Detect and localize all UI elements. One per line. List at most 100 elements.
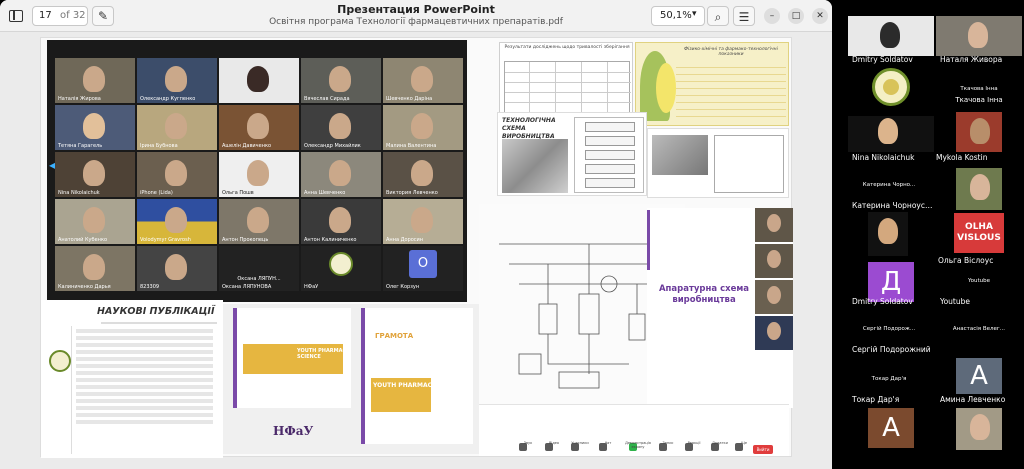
zoom-toolbar-label: Ще xyxy=(741,441,747,445)
pdf-viewer-window: 17 of 32 ✎ Презентация PowerPoint Освітн… xyxy=(0,0,832,469)
participant-name: Dmitry Soldatov xyxy=(852,55,913,64)
nfau-logo: НФаУ xyxy=(273,424,314,438)
participants-panel: Dmitry Soldatov Наталя Живора Ткачова Ін… xyxy=(846,16,1024,469)
zoom-gallery-screenshot: ◀ ▶ Наталія Жирова Олександр Кугпенко Вя… xyxy=(47,40,467,302)
flow-chart xyxy=(574,117,644,193)
search-button[interactable]: ⌕ xyxy=(707,6,729,26)
zoom-toolbar-screenshot: Вийти Звук Відео Учасники Чат Демонстрація е… xyxy=(479,404,789,456)
participant-name: Наталія Жирова xyxy=(58,96,101,102)
end-meeting-button: Вийти xyxy=(753,445,773,454)
certificate-card: ГРАМОТА YOUTH PHARMACY SCIENCE xyxy=(361,308,473,444)
certificate-card: YOUTH PHARMACY SCIENCE xyxy=(233,308,351,408)
participant-name: Volodymyr Gravrosh xyxy=(140,237,191,243)
participant-name: Токар Дар'я xyxy=(852,395,900,404)
video-thumb xyxy=(755,280,793,314)
gallery-tile: Олександр Кугпенко xyxy=(137,58,217,103)
participant-name: Олег Корзун xyxy=(386,284,420,290)
menu-button[interactable]: ☰ xyxy=(733,6,755,26)
gallery-tile: Анатолий Кубенко xyxy=(55,199,135,244)
equipment-photo xyxy=(652,135,708,175)
titlebar: 17 of 32 ✎ Презентация PowerPoint Освітн… xyxy=(0,0,832,32)
participant-tile[interactable] xyxy=(936,16,1022,56)
participant-name: Анна Шевченко xyxy=(304,190,346,196)
publications-panel: НАУКОВІ ПУБЛІКАЦІЇ xyxy=(41,300,223,458)
minimize-button[interactable]: – xyxy=(764,8,780,24)
participant-name: Youtube xyxy=(940,297,970,306)
participant-name: Наталя Живора xyxy=(940,55,1003,64)
close-button[interactable]: ✕ xyxy=(812,8,828,24)
equipment-photo xyxy=(502,139,568,193)
gallery-tile: Наталія Жирова xyxy=(55,58,135,103)
chevron-down-icon: ▾ xyxy=(692,9,697,19)
participant-name: Олександр Михайлик xyxy=(304,143,361,149)
certificate-label: YOUTH PHARMACY SCIENCE xyxy=(297,348,350,360)
zoom-select[interactable]: 50,1% ▾ xyxy=(651,6,705,26)
flower-image xyxy=(656,63,676,113)
avatar: А xyxy=(956,358,1002,394)
gallery-tile: О Олег Корзун xyxy=(383,246,463,291)
hamburger-icon: ☰ xyxy=(738,10,750,24)
gallery-tile: Анна Доросин xyxy=(383,199,463,244)
certificates-panel: YOUTH PHARMACY SCIENCE ГРАМОТА YOUTH PHA… xyxy=(223,304,479,454)
avatar: А xyxy=(868,408,914,448)
zoom-toolbar-label: Демонстрація екрану xyxy=(625,441,651,449)
gallery-tile: Антон Калиниченко xyxy=(301,199,381,244)
indicator-rows xyxy=(676,61,786,117)
participant-tile[interactable] xyxy=(956,168,1002,210)
apparatus-panel: Апаратурна схема виробництва xyxy=(647,208,793,408)
search-icon: ⌕ xyxy=(714,10,722,24)
participant-name-small: Youtube xyxy=(968,278,990,284)
participant-name: Оксана ЛЯПУН... xyxy=(237,276,281,282)
participant-name-small: Катерина Чорнo... xyxy=(862,182,916,188)
participant-name-small: Сергій Подорож... xyxy=(862,326,916,332)
participant-tile[interactable] xyxy=(956,112,1002,152)
participant-name: 823309 xyxy=(140,284,160,290)
gallery-tile xyxy=(219,58,299,103)
participant-name: Ірина Бубнова xyxy=(140,143,178,149)
participant-name: Катерина Чорноусенко xyxy=(852,201,934,210)
gallery-tile: Анна Шевченко xyxy=(301,152,381,197)
participant-tile[interactable] xyxy=(848,16,934,56)
publication-document xyxy=(71,326,217,454)
equipment-panel xyxy=(647,128,789,198)
participant-name: Dmitry Soldatov xyxy=(852,297,913,306)
publications-title: НАУКОВІ ПУБЛІКАЦІЇ xyxy=(97,306,215,317)
gallery-tile: Volodymyr Gravrosh xyxy=(137,199,217,244)
participant-name: НФаУ xyxy=(304,284,319,290)
participant-name-small: Ткачова Інна xyxy=(960,86,998,92)
zoom-value: 50,1% xyxy=(660,10,692,21)
yellow-panel-title: Фізико-хімічні та фармако-технологічні п… xyxy=(684,47,778,57)
gallery-tile: Оксана ЛЯПУН... Оксана ЛЯПУНОВА xyxy=(219,246,299,291)
gallery-tile: Шевченко Даріна xyxy=(383,58,463,103)
participant-name: Малина Валентина xyxy=(386,143,437,149)
participant-name: Вячеслав Сирада xyxy=(304,96,350,102)
gallery-tile: 823309 xyxy=(137,246,217,291)
gallery-tile: iPhone (Lida) xyxy=(137,152,217,197)
zoom-toolbar-label: Учасники xyxy=(571,441,589,445)
gallery-tile: Ірина Бубнова xyxy=(137,105,217,150)
research-title: Результати досліджень щодо тривалості зб… xyxy=(504,45,630,50)
participant-name: Ольга Пошв xyxy=(222,190,254,196)
participant-name: Калиниченко Дарья xyxy=(58,284,111,290)
participant-tile[interactable] xyxy=(956,408,1002,450)
participant-name: Оксана ЛЯПУНОВА xyxy=(222,284,272,290)
participant-name: iPhone (Lida) xyxy=(140,190,173,196)
gallery-tile: Антон Прокопець xyxy=(219,199,299,244)
participant-avatar: OLHA VISLOUS xyxy=(954,213,1004,253)
maximize-button[interactable]: □ xyxy=(788,8,804,24)
participant-name: Nina Nikolaichuk xyxy=(852,153,915,162)
participant-name: Антон Калиниченко xyxy=(304,237,357,243)
video-thumb xyxy=(755,244,793,278)
participant-name: Анна Доросин xyxy=(386,237,424,243)
university-logo-icon xyxy=(329,252,353,276)
maximize-icon: □ xyxy=(791,11,801,21)
participant-name: Тетяна Гарагель xyxy=(58,143,103,149)
participant-name: Олександр Кугпенко xyxy=(140,96,196,102)
tech-scheme-panel: ТЕХНОЛОГІЧНА СХЕМА ВИРОБНИЦТВА xyxy=(497,112,647,196)
minimize-icon: – xyxy=(769,11,775,21)
participant-name: Анатолий Кубенко xyxy=(58,237,108,243)
participant-tile[interactable] xyxy=(868,212,908,256)
participant-tile[interactable] xyxy=(848,116,934,152)
participant-name: Амина Левченко xyxy=(940,395,1006,404)
participant-name: Nina Nikolaichuk xyxy=(58,190,100,196)
